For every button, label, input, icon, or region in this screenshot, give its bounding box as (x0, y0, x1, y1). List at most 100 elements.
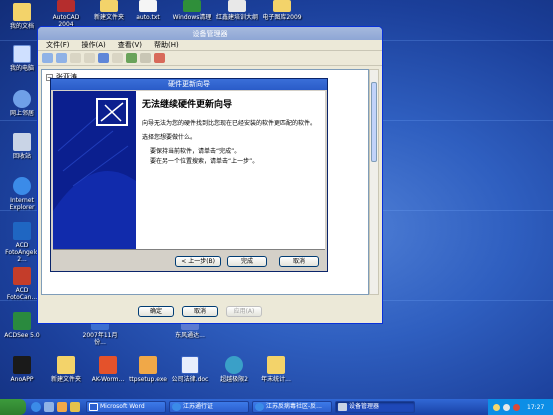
desktop-icon-windows-clean[interactable]: Windows清理 (170, 0, 214, 21)
wizard-separator (53, 249, 325, 250)
update-driver-icon[interactable] (126, 53, 137, 63)
media-player-icon[interactable] (57, 402, 67, 412)
windows-icon (183, 0, 201, 12)
menu-action[interactable]: 操作(A) (82, 40, 106, 50)
desktop-icon-ttpsetup[interactable]: ttpsetup.exe (126, 356, 170, 383)
desktop-icon-label: ACD FotoAngelo 2... (5, 242, 39, 263)
desktop-icon-label: Windows清理 (172, 14, 212, 21)
back-button[interactable]: < 上一步(B) (175, 256, 221, 267)
computer-icon (13, 45, 31, 63)
wizard-instruction: 选择您想要做什么。 (142, 134, 197, 141)
toolbar (38, 51, 382, 66)
word-icon (89, 403, 98, 411)
properties-icon[interactable] (84, 53, 95, 63)
folder-icon (267, 356, 285, 374)
app-icon (225, 356, 243, 374)
wizard-banner-graphic (53, 91, 136, 249)
ok-button[interactable]: 确定 (138, 306, 174, 317)
desktop-icon-label: 新建文件夹 (93, 14, 124, 21)
volume-tray-icon[interactable] (503, 403, 510, 411)
desktop-icon-auto-txt[interactable]: auto.txt (126, 0, 170, 21)
menu-file[interactable]: 文件(F) (46, 40, 70, 50)
folder-icon (13, 3, 31, 21)
task-label: 江苏通行证 (183, 403, 214, 410)
network-icon (13, 90, 31, 108)
browser-icon (255, 403, 264, 411)
folder-icon (273, 0, 291, 12)
desktop-icon-label: AK-Worm... (91, 376, 125, 383)
desktop-icon-law-doc[interactable]: 公司法律.doc (168, 356, 212, 383)
desktop-icon-anoapp[interactable]: AnoAPP (0, 356, 44, 383)
device-manager-icon (338, 403, 347, 411)
system-tray: 17:27 (488, 399, 553, 415)
menu-help[interactable]: 帮助(H) (154, 40, 179, 50)
task-device-manager[interactable]: 设备管理器 (335, 401, 415, 413)
back-arrow-icon[interactable] (42, 53, 53, 63)
quick-launch (31, 402, 80, 412)
wizard-body: 无法继续硬件更新向导 向导无法为您的硬件找到比您现在已经安装的软件更匹配的软件。… (53, 91, 325, 249)
desktop-icon-autocad[interactable]: AutoCAD 2004 (44, 0, 88, 28)
network-tray-icon[interactable] (493, 403, 500, 411)
desktop-icon-library[interactable]: 电子图库2009 (260, 0, 304, 21)
desktop-icon-label: 回收站 (12, 153, 31, 160)
start-button[interactable] (0, 399, 26, 415)
task-word[interactable]: Microsoft Word (86, 401, 166, 413)
hardware-update-wizard[interactable]: 硬件更新向导 无法继续硬件更新向导 向导无法为您的硬件找到比您现在已经安装的软件… (50, 78, 328, 272)
scan-hardware-icon[interactable] (112, 53, 123, 63)
desktop-icon[interactable] (44, 402, 54, 412)
cancel-button[interactable]: 取消 (182, 306, 218, 317)
desktop-icon-label: ACDSee 5.0 (4, 332, 40, 339)
desktop-icon-label: 电子图库2009 (262, 14, 302, 21)
help-icon[interactable] (98, 53, 109, 63)
menu-bar: 文件(F) 操作(A) 查看(V) 帮助(H) (38, 40, 382, 51)
folder-icon (57, 356, 75, 374)
clock[interactable]: 17:27 (527, 404, 544, 411)
desktop-icon-ak-worm[interactable]: AK-Worm... (86, 356, 130, 383)
wizard-buttons: < 上一步(B) 完成 取消 (175, 256, 319, 267)
task-label: Microsoft Word (100, 403, 145, 410)
vertical-scrollbar[interactable] (369, 69, 379, 295)
desktop-icon-chaoyue[interactable]: 超越极限2 (212, 356, 256, 383)
desktop-icon-my-documents[interactable]: 我的文档 (0, 3, 44, 30)
wizard-title: 硬件更新向导 (168, 80, 210, 88)
ie-icon[interactable] (31, 402, 41, 412)
apply-button: 应用(A) (226, 306, 262, 317)
qq-tray-icon[interactable] (513, 403, 520, 411)
desktop-icon-year-stats[interactable]: 年末统计... (254, 356, 298, 383)
scrollbar-thumb[interactable] (371, 82, 377, 162)
desktop-icon-label: auto.txt (136, 14, 160, 21)
acd-app-icon (13, 222, 31, 240)
wizard-banner (53, 91, 136, 249)
desktop-icon-training[interactable]: 红鑫建培训大纲 (215, 0, 259, 21)
device-manager-buttons: 确定 取消 应用(A) (138, 306, 262, 317)
app-icon (13, 356, 31, 374)
wizard-titlebar[interactable]: 硬件更新向导 (51, 79, 327, 90)
uninstall-icon[interactable] (154, 53, 165, 63)
window-title: 设备管理器 (192, 30, 228, 38)
wizard-option-back: 要在另一个位置搜索，请单击“上一步”。 (150, 158, 259, 165)
finish-button[interactable]: 完成 (227, 256, 267, 267)
disable-icon[interactable] (140, 53, 151, 63)
forward-arrow-icon[interactable] (56, 53, 67, 63)
tree-view-icon[interactable] (70, 53, 81, 63)
outlook-icon[interactable] (70, 402, 80, 412)
folder-icon (100, 0, 118, 12)
internet-explorer-icon (13, 177, 31, 195)
menu-view[interactable]: 查看(V) (118, 40, 142, 50)
taskbar: Microsoft Word 江苏通行证 江苏反病毒社区-反... 设备管理器 … (0, 399, 553, 415)
word-document-icon (181, 356, 199, 374)
desktop-icon-new-folder-2[interactable]: 新建文件夹 (44, 356, 88, 383)
desktop-icon-label: 年末统计... (261, 376, 291, 383)
task-jiangsu-pass[interactable]: 江苏通行证 (169, 401, 249, 413)
desktop-icon-label: Internet Explorer (9, 197, 35, 211)
wizard-cancel-button[interactable]: 取消 (279, 256, 319, 267)
document-icon (228, 0, 246, 12)
task-antivirus-forum[interactable]: 江苏反病毒社区-反... (252, 401, 332, 413)
device-manager-titlebar[interactable]: 设备管理器 (38, 27, 382, 40)
desktop-icon-label: 新建文件夹 (50, 376, 81, 383)
wizard-content: 无法继续硬件更新向导 向导无法为您的硬件找到比您现在已经安装的软件更匹配的软件。… (142, 97, 319, 172)
desktop-icon-label: 2007年11月份... (82, 332, 118, 346)
browser-icon (172, 403, 181, 411)
desktop-icon-new-folder[interactable]: 新建文件夹 (87, 0, 131, 21)
desktop-icon-label: 红鑫建培训大纲 (215, 14, 258, 21)
